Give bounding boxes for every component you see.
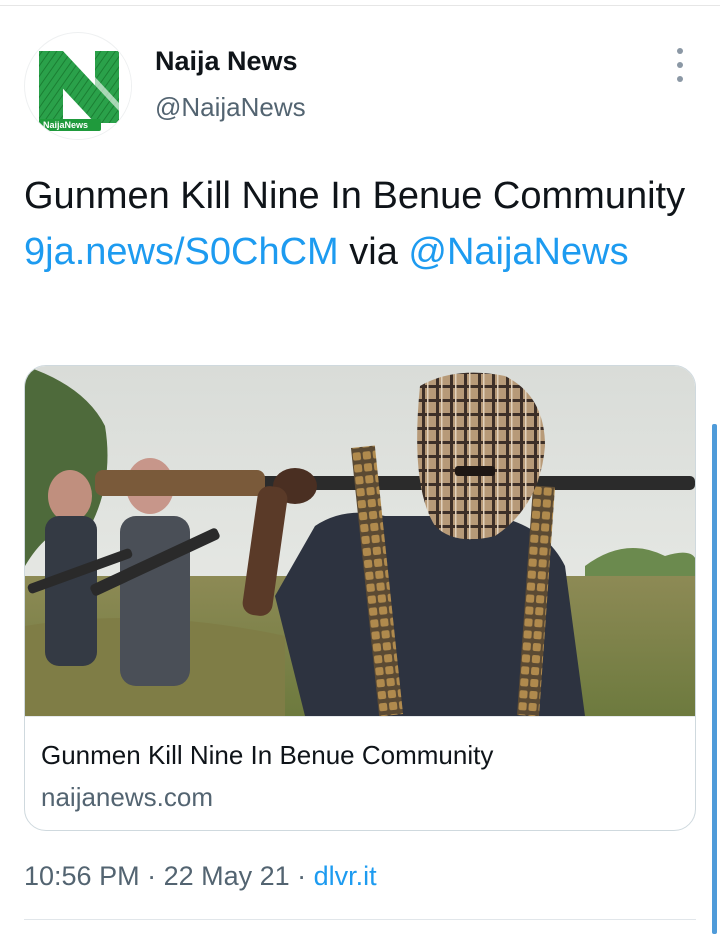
tweet-footer: 10:56 PM · 22 May 21 · dlvr.it (24, 859, 377, 893)
tweet-text-via: via (338, 231, 409, 273)
scrollbar[interactable] (712, 424, 717, 934)
footer-separator: · (139, 861, 164, 891)
card-domain: naijanews.com (41, 782, 213, 812)
display-name[interactable]: Naija News (155, 44, 306, 78)
more-dot (677, 48, 683, 54)
card-image[interactable] (25, 366, 695, 716)
gunmen-photo-image (25, 366, 695, 716)
author-block[interactable]: Naija News @NaijaNews (155, 44, 306, 124)
tweet-time[interactable]: 10:56 PM (24, 861, 140, 891)
more-dot (677, 62, 683, 68)
naija-news-logo-icon: NaijaNews (26, 34, 131, 139)
more-dot (677, 76, 683, 82)
top-divider (0, 5, 720, 6)
avatar[interactable]: NaijaNews (24, 32, 132, 140)
user-handle[interactable]: @NaijaNews (155, 90, 306, 124)
tweet-source-link[interactable]: dlvr.it (314, 861, 377, 891)
tweet-link[interactable]: 9ja.news/S0ChCM (24, 231, 339, 273)
tweet-date[interactable]: 22 May 21 (164, 861, 290, 891)
avatar-logo-text: NaijaNews (43, 120, 88, 130)
tweet-header: NaijaNews Naija News @NaijaNews (24, 32, 696, 142)
bottom-divider (24, 919, 696, 920)
mention-link[interactable]: @NaijaNews (408, 231, 628, 273)
tweet-text-body: Gunmen Kill Nine In Benue Community (24, 175, 686, 217)
card-title[interactable]: Gunmen Kill Nine In Benue Community (41, 739, 681, 771)
link-preview-card[interactable]: Gunmen Kill Nine In Benue Community naij… (24, 365, 696, 831)
tweet-text: Gunmen Kill Nine In Benue Community 9ja.… (24, 168, 704, 280)
more-vertical-icon[interactable] (672, 48, 688, 82)
footer-separator: · (289, 861, 314, 891)
card-meta[interactable]: Gunmen Kill Nine In Benue Community naij… (25, 716, 695, 830)
